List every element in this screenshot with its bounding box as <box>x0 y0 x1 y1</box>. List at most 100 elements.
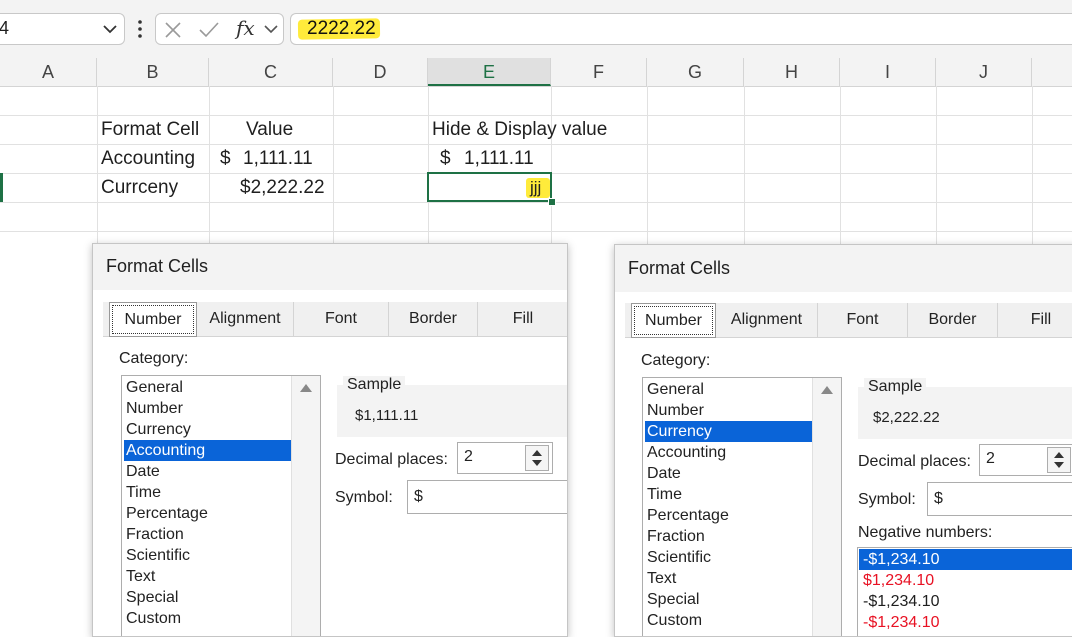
list-item[interactable]: Custom <box>645 610 815 631</box>
category-list[interactable]: General Number Currency Accounting Date … <box>642 377 842 636</box>
cell-e-accounting-value[interactable]: 1,111.11 <box>464 145 534 173</box>
dialog-title: Format Cells <box>106 256 209 276</box>
stepper-up-icon[interactable] <box>532 450 542 456</box>
tab-border[interactable]: Border <box>389 302 478 336</box>
column-header-i[interactable]: I <box>840 58 936 86</box>
fill-handle[interactable] <box>548 198 556 206</box>
cell-c-header[interactable]: Value <box>246 116 293 144</box>
name-box[interactable]: 4 <box>0 13 125 45</box>
list-item[interactable]: Fraction <box>124 524 294 545</box>
category-list[interactable]: General Number Currency Accounting Date … <box>121 375 321 636</box>
tab-alignment[interactable]: Alignment <box>197 302 294 336</box>
list-item[interactable]: Accounting <box>645 442 815 463</box>
fx-icon[interactable]: fx <box>236 16 255 40</box>
cell-e-header[interactable]: Hide & Display value <box>432 116 607 144</box>
list-item[interactable]: Currency <box>124 419 294 440</box>
tab-fill[interactable]: Fill <box>478 302 567 336</box>
tab-font[interactable]: Font <box>294 302 389 336</box>
list-item[interactable]: Custom <box>124 608 294 629</box>
cell-e-accounting-symbol: $ <box>440 148 451 169</box>
tab-alignment[interactable]: Alignment <box>716 303 818 337</box>
list-item[interactable]: Date <box>645 463 815 484</box>
decimal-stepper[interactable] <box>1047 447 1071 473</box>
formula-text: 2222.22 <box>307 18 376 39</box>
list-item[interactable]: Scientific <box>645 547 815 568</box>
category-label: Category: <box>641 352 711 369</box>
cell-b-header[interactable]: Format Cell <box>101 116 199 144</box>
negative-option[interactable]: $1,234.10 <box>859 570 1072 591</box>
list-item-selected[interactable]: Currency <box>645 421 815 442</box>
tab-font[interactable]: Font <box>818 303 908 337</box>
cell-c-currency-value[interactable]: $2,222.22 <box>240 174 325 202</box>
list-item[interactable]: Text <box>124 566 294 587</box>
decimal-places-label: Decimal places: <box>858 453 971 470</box>
formula-input[interactable] <box>290 13 1072 45</box>
negative-option[interactable]: -$1,234.10 <box>859 612 1072 633</box>
list-item-selected[interactable]: Accounting <box>124 440 294 461</box>
negative-option[interactable]: -$1,234.10 <box>859 591 1072 612</box>
dialog-title: Format Cells <box>628 258 731 278</box>
stepper-down-icon[interactable] <box>532 460 542 466</box>
cell-b-currency[interactable]: Currceny <box>101 174 178 202</box>
list-item[interactable]: Scientific <box>124 545 294 566</box>
column-header-d[interactable]: D <box>333 58 428 86</box>
list-item[interactable]: General <box>645 379 815 400</box>
tab-fill[interactable]: Fill <box>998 303 1072 337</box>
symbol-label: Symbol: <box>858 491 916 508</box>
cell-c-accounting-value[interactable]: 1,111.11 <box>243 145 313 173</box>
column-header-e[interactable]: E <box>428 58 551 86</box>
list-item[interactable]: Date <box>124 461 294 482</box>
list-item[interactable]: Number <box>124 398 294 419</box>
scroll-up-icon[interactable] <box>821 386 833 394</box>
formula-actions: fx <box>155 13 284 45</box>
tab-number[interactable]: Number <box>109 302 197 337</box>
list-item[interactable]: General <box>124 377 294 398</box>
scroll-up-icon[interactable] <box>300 384 312 392</box>
list-item[interactable]: Fraction <box>645 526 815 547</box>
column-header-g[interactable]: G <box>647 58 744 86</box>
check-icon[interactable] <box>198 21 220 39</box>
chevron-down-icon[interactable] <box>103 25 117 34</box>
list-item[interactable]: Number <box>645 400 815 421</box>
tab-strip: Number Alignment Font Border Fill <box>625 303 1072 338</box>
sample-group: Sample $1,111.11 <box>337 376 567 437</box>
name-box-text: 4 <box>0 18 10 38</box>
list-item[interactable]: Special <box>645 589 815 610</box>
list-item[interactable]: Time <box>645 484 815 505</box>
column-header-b[interactable]: B <box>97 58 209 86</box>
decimal-places-label: Decimal places: <box>335 451 448 468</box>
decimal-stepper[interactable] <box>525 445 549 471</box>
category-scrollbar[interactable] <box>812 378 841 636</box>
symbol-select[interactable]: $ <box>407 480 567 514</box>
symbol-label: Symbol: <box>335 489 393 506</box>
tab-number[interactable]: Number <box>631 303 716 338</box>
negative-numbers-list[interactable]: -$1,234.10 $1,234.10 -$1,234.10 -$1,234.… <box>857 547 1072 636</box>
negative-option-selected[interactable]: -$1,234.10 <box>859 549 1072 570</box>
category-scrollbar[interactable] <box>291 376 320 636</box>
chevron-down-icon[interactable] <box>264 25 278 34</box>
negative-numbers-label: Negative numbers: <box>858 524 993 541</box>
column-header-c[interactable]: C <box>209 58 333 86</box>
symbol-select[interactable]: $ <box>927 482 1072 516</box>
tab-border[interactable]: Border <box>908 303 998 337</box>
column-header-a[interactable]: A <box>0 58 97 86</box>
column-header-j[interactable]: J <box>936 58 1032 86</box>
sample-group: Sample $2,222.22 <box>858 378 1072 439</box>
stepper-down-icon[interactable] <box>1054 462 1064 468</box>
list-item[interactable]: Percentage <box>645 505 815 526</box>
cell-c-accounting-symbol: $ <box>220 148 231 169</box>
close-icon[interactable] <box>164 21 182 39</box>
list-item[interactable]: Special <box>124 587 294 608</box>
cell-b-accounting[interactable]: Accounting <box>101 145 195 173</box>
category-label: Category: <box>119 350 189 367</box>
sample-value: $2,222.22 <box>873 409 940 426</box>
column-header-h[interactable]: H <box>744 58 840 86</box>
more-options-icon[interactable] <box>136 19 144 39</box>
stepper-up-icon[interactable] <box>1054 452 1064 458</box>
row-selection-marker <box>0 173 3 202</box>
list-item[interactable]: Time <box>124 482 294 503</box>
cell-e-currency-display[interactable]: jjj <box>530 174 541 202</box>
column-header-f[interactable]: F <box>551 58 647 86</box>
list-item[interactable]: Text <box>645 568 815 589</box>
list-item[interactable]: Percentage <box>124 503 294 524</box>
